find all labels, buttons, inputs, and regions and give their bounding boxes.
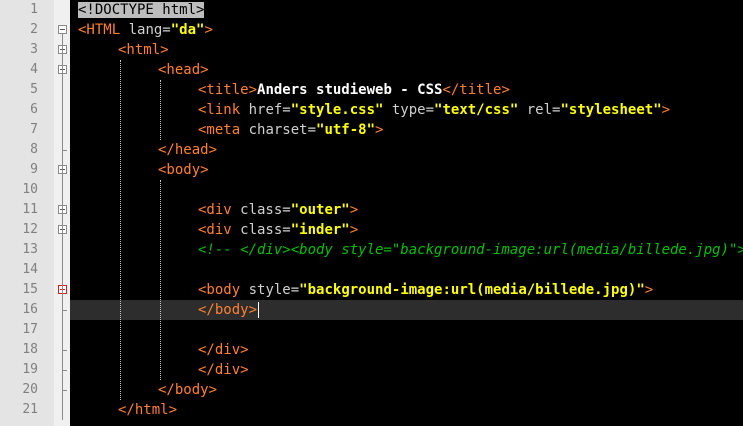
code-token: <title> (198, 82, 258, 98)
code-token: "stylesheet" (560, 102, 662, 118)
code-token: <div (198, 222, 232, 238)
code-token: > (204, 22, 213, 38)
code-token: "text/css" (434, 102, 519, 118)
code-token: href= (240, 102, 291, 118)
fold-end-marker (62, 370, 67, 371)
code-token: <body (198, 282, 241, 298)
code-token: > (349, 222, 359, 238)
code-token: <body> (158, 162, 209, 178)
code-token: </title> (442, 82, 510, 98)
code-token: </head> (158, 142, 218, 158)
code-token: > (644, 282, 654, 298)
code-token: <HTML (78, 22, 121, 38)
code-token: rel= (518, 102, 561, 118)
line-number: 9 (30, 162, 38, 177)
code-token: <div (198, 202, 232, 218)
line-number: 11 (22, 202, 38, 217)
line-number: 3 (30, 42, 38, 57)
text-cursor (258, 302, 259, 318)
line-number: 17 (22, 322, 38, 337)
fold-toggle-icon[interactable] (58, 25, 67, 34)
code-token: "style.css" (290, 102, 384, 118)
code-line: <!DOCTYPE html> (78, 0, 205, 20)
code-token: <!DOCTYPE html> (78, 2, 205, 18)
code-line: </div> (198, 360, 249, 380)
code-line: <link href="style.css" type="text/css" r… (198, 100, 670, 120)
line-number: 10 (22, 182, 38, 197)
line-number: 6 (30, 102, 38, 117)
code-line: <meta charset="utf-8"> (198, 120, 383, 140)
code-token: <!-- </div><body style="background-image… (198, 242, 743, 258)
code-token: > (349, 202, 359, 218)
code-token: lang= (120, 22, 171, 38)
code-token: "da" (170, 22, 205, 38)
line-number: 1 (30, 2, 38, 17)
code-editor[interactable]: 1 2 3 4 5 6 7 8 9 10 11 12 13 14 15 16 17 18 19 20 21 <!DOCT… (0, 0, 743, 426)
code-token: <head> (158, 62, 209, 78)
code-token: > (661, 102, 671, 118)
fold-end-marker (62, 150, 67, 151)
line-number: 14 (22, 262, 38, 277)
line-number: 16 (22, 302, 38, 317)
code-area[interactable]: <!DOCTYPE html> <HTML lang="da"> <html> <he… (70, 0, 743, 426)
code-line: <!-- </div><body style="background-image… (198, 240, 743, 260)
code-token: "background-image:url(media/billede.jpg)… (299, 282, 645, 298)
code-line: <div class="inder"> (198, 220, 358, 240)
code-token: class= (231, 222, 291, 238)
code-line: <body style="background-image:url(media/… (198, 280, 653, 300)
code-token: "utf-8" (316, 122, 376, 138)
code-token: <link (198, 102, 241, 118)
code-line: </body> (198, 300, 257, 320)
code-line: <title>Anders studieweb - CSS</title> (198, 80, 510, 100)
line-number: 20 (22, 382, 38, 397)
line-number: 4 (30, 62, 38, 77)
fold-line (62, 34, 63, 420)
code-token: <html> (118, 42, 169, 58)
code-token: </body> (198, 302, 258, 318)
code-token: </div> (198, 342, 249, 358)
code-line: </html> (118, 400, 177, 420)
line-number: 19 (22, 362, 38, 377)
code-token: </body> (158, 382, 218, 398)
code-line: <body> (158, 160, 209, 180)
line-number: 13 (22, 242, 38, 257)
code-line: <head> (158, 60, 209, 80)
code-line: </body> (158, 380, 217, 400)
code-token: type= (383, 102, 435, 118)
fold-end-marker (62, 310, 67, 311)
code-token: </html> (118, 402, 178, 418)
code-line: </div> (198, 340, 249, 360)
line-number: 18 (22, 342, 38, 357)
fold-end-marker (62, 350, 67, 351)
code-token: style= (240, 282, 300, 298)
line-number: 7 (30, 122, 38, 137)
line-number: 2 (30, 22, 38, 37)
line-number: 15 (22, 282, 38, 297)
line-number: 21 (22, 402, 38, 417)
code-line: <html> (118, 40, 169, 60)
code-line: <HTML lang="da"> (78, 20, 213, 40)
code-token: "inder" (290, 222, 350, 238)
code-line: </head> (158, 140, 217, 160)
code-token: "outer" (290, 202, 350, 218)
fold-end-marker (62, 390, 67, 391)
code-token: > (375, 122, 384, 138)
code-line: <div class="outer"> (198, 200, 358, 220)
line-number: 5 (30, 82, 38, 97)
code-token: Anders studieweb - CSS (257, 82, 443, 98)
line-number: 8 (30, 142, 38, 157)
code-token: charset= (240, 122, 317, 138)
line-number: 12 (22, 222, 38, 237)
code-token: class= (231, 202, 291, 218)
code-token: <meta (198, 122, 241, 138)
code-token: </div> (198, 362, 249, 378)
